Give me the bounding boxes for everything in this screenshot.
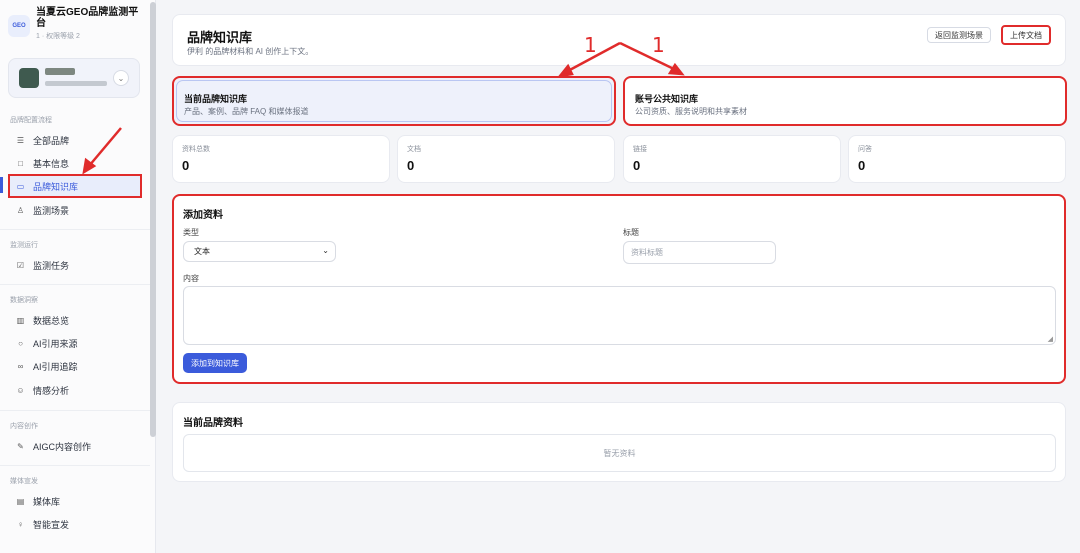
arrow-line xyxy=(88,127,122,167)
arrow-head xyxy=(667,62,685,76)
arrow-line xyxy=(619,41,677,72)
annotation-number: 1 xyxy=(652,33,665,57)
annotation-number: 1 xyxy=(584,33,597,57)
annotation-arrows xyxy=(82,41,685,175)
arrow-head xyxy=(556,63,574,78)
